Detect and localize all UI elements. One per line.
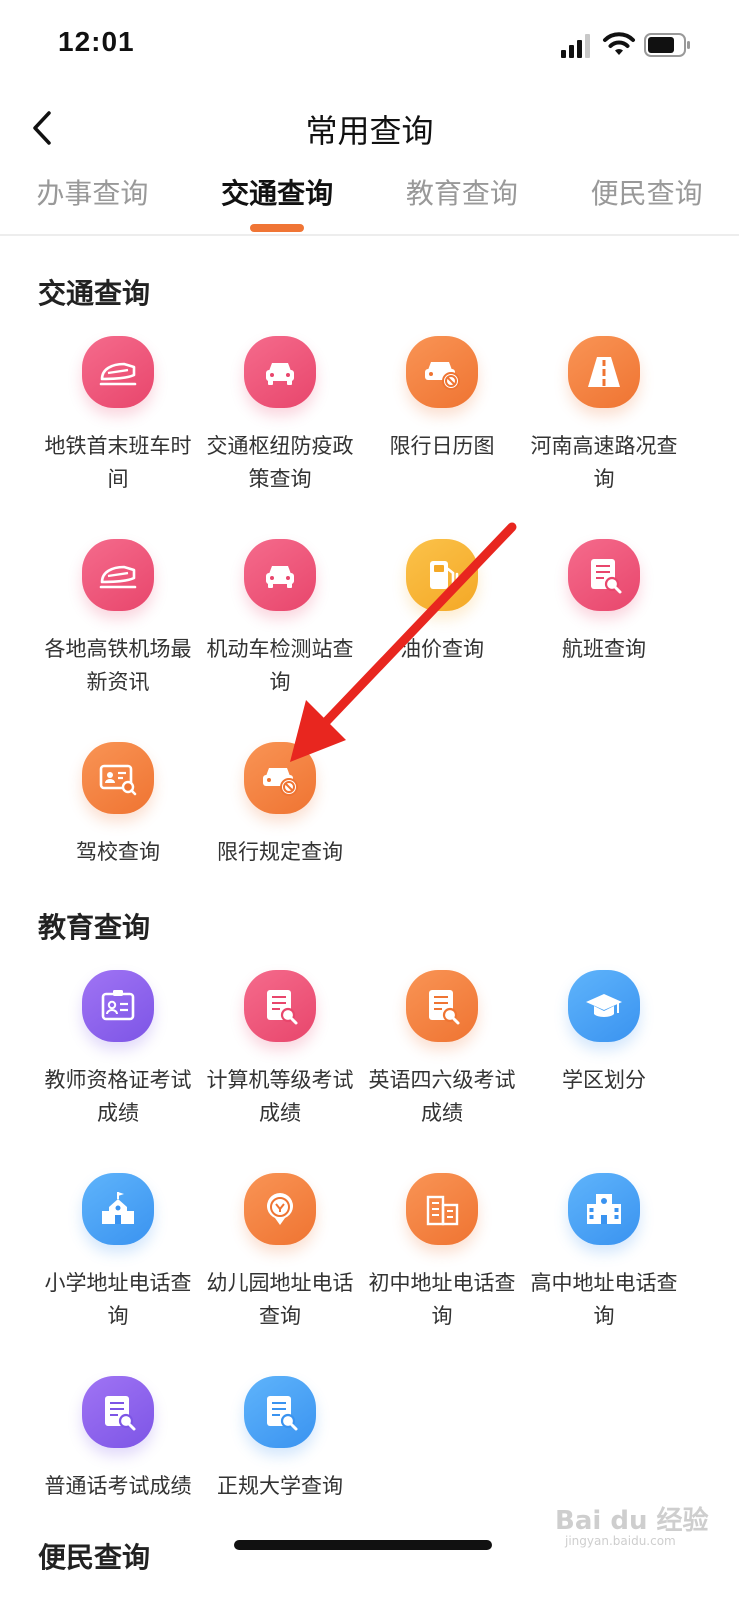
- grid-item-flight-query[interactable]: 航班查询: [523, 539, 685, 666]
- tab-traffic-queries[interactable]: 交通查询: [185, 164, 370, 234]
- status-bar: 12:01: [0, 0, 739, 92]
- tab-convenience-queries[interactable]: 便民查询: [554, 164, 739, 234]
- battery-icon: [644, 33, 690, 57]
- item-label: 交通枢纽防疫政策查询: [206, 434, 354, 491]
- school-icon: [102, 1192, 134, 1224]
- grid-item-kindergarten[interactable]: 幼儿园地址电话查询: [199, 1173, 361, 1333]
- document-search-icon: [267, 1396, 298, 1431]
- item-label: 小学地址电话查询: [44, 1271, 192, 1328]
- building-icon: [587, 1194, 621, 1224]
- item-label: 英语四六级考试成绩: [368, 1068, 516, 1125]
- grid-item-fuel-price[interactable]: 油价查询: [361, 539, 523, 666]
- navigation-bar: 常用查询: [0, 92, 739, 164]
- fuel-pump-icon: [430, 561, 459, 589]
- item-label: 计算机等级考试成绩: [206, 1068, 354, 1125]
- tab-label: 交通查询: [221, 177, 334, 210]
- grid-item-teacher-cert[interactable]: 教师资格证考试成绩: [37, 970, 199, 1130]
- grid-item-henan-highway[interactable]: 河南高速路况查询: [523, 336, 685, 496]
- section-title-convenience: 便民查询: [38, 1541, 151, 1574]
- grid-item-high-school[interactable]: 高中地址电话查询: [523, 1173, 685, 1333]
- item-label: 机动车检测站查询: [206, 637, 354, 694]
- kindergarten-icon: [267, 1193, 293, 1225]
- section-title-traffic: 交通查询: [38, 277, 151, 310]
- document-search-icon: [429, 990, 460, 1025]
- car-restricted-icon: [425, 362, 460, 390]
- tab-office-queries[interactable]: 办事查询: [0, 164, 185, 234]
- item-label: 限行规定查询: [217, 840, 343, 864]
- item-label: 高中地址电话查询: [530, 1271, 678, 1328]
- grid-item-middle-school[interactable]: 初中地址电话查询: [361, 1173, 523, 1333]
- item-label: 学区划分: [562, 1068, 646, 1092]
- grid-item-cet-exam[interactable]: 英语四六级考试成绩: [361, 970, 523, 1130]
- building-icon: [426, 1195, 459, 1226]
- train-icon: [99, 362, 137, 386]
- train-icon: [99, 565, 137, 589]
- car-restricted-icon: [263, 768, 298, 796]
- wifi-icon: [603, 32, 635, 55]
- highway-icon: [588, 357, 620, 387]
- item-label: 河南高速路况查询: [530, 434, 678, 491]
- item-label: 教师资格证考试成绩: [44, 1068, 192, 1125]
- graduation-cap-icon: [586, 994, 622, 1017]
- tab-education-queries[interactable]: 教育查询: [370, 164, 555, 234]
- item-label: 各地高铁机场最新资讯: [44, 637, 192, 694]
- cellular-signal-icon: [561, 34, 590, 58]
- car-icon: [266, 566, 294, 588]
- tab-label: 教育查询: [405, 177, 518, 210]
- watermark-logo: Bai du 经验: [555, 1506, 709, 1536]
- page-title: 常用查询: [305, 112, 434, 150]
- item-label: 幼儿园地址电话查询: [206, 1271, 354, 1328]
- document-search-icon: [267, 990, 298, 1025]
- grid-item-restriction-rules[interactable]: 限行规定查询: [199, 742, 361, 869]
- watermark-url: jingyan.baidu.com: [565, 1534, 676, 1548]
- item-label: 航班查询: [562, 637, 646, 661]
- tab-label: 便民查询: [590, 177, 703, 210]
- status-time: 12:01: [58, 26, 135, 57]
- section-title-education: 教育查询: [38, 911, 151, 944]
- tab-bar: 办事查询 交通查询 教育查询 便民查询: [0, 164, 739, 236]
- item-label: 驾校查询: [76, 840, 160, 864]
- grid-item-primary-school[interactable]: 小学地址电话查询: [37, 1173, 199, 1333]
- grid-item-mandarin-exam[interactable]: 普通话考试成绩: [37, 1376, 199, 1503]
- grid-item-metro-schedule[interactable]: 地铁首末班车时间: [37, 336, 199, 496]
- item-label: 限行日历图: [389, 434, 495, 458]
- tab-label: 办事查询: [36, 177, 149, 210]
- grid-item-school-district[interactable]: 学区划分: [523, 970, 685, 1097]
- grid-item-vehicle-inspection[interactable]: 机动车检测站查询: [199, 539, 361, 699]
- id-card-search-icon: [99, 764, 137, 796]
- grid-item-restriction-calendar[interactable]: 限行日历图: [361, 336, 523, 463]
- car-icon: [266, 363, 294, 385]
- item-label: 油价查询: [400, 637, 484, 661]
- grid-item-driving-school[interactable]: 驾校查询: [37, 742, 199, 869]
- grid-item-hub-epidemic-policy[interactable]: 交通枢纽防疫政策查询: [199, 336, 361, 496]
- id-badge-icon: [101, 990, 135, 1021]
- item-label: 正规大学查询: [217, 1474, 343, 1498]
- active-tab-indicator: [250, 224, 305, 232]
- document-search-icon: [591, 559, 622, 594]
- grid-item-university[interactable]: 正规大学查询: [199, 1376, 361, 1503]
- document-search-icon: [105, 1396, 136, 1431]
- grid-item-computer-exam[interactable]: 计算机等级考试成绩: [199, 970, 361, 1130]
- item-label: 地铁首末班车时间: [44, 434, 192, 491]
- item-label: 普通话考试成绩: [44, 1474, 192, 1498]
- item-label: 初中地址电话查询: [368, 1271, 516, 1328]
- grid-item-rail-airport-news[interactable]: 各地高铁机场最新资讯: [37, 539, 199, 699]
- home-indicator[interactable]: [234, 1540, 492, 1550]
